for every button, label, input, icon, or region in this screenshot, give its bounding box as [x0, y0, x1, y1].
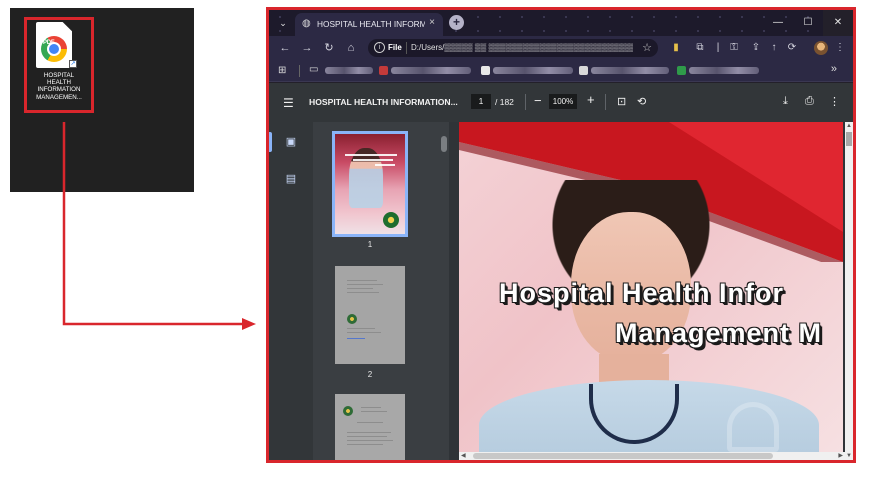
browser-window: ⌄ ◍ HOSPITAL HEALTH INFORMATIO × + — ☐ ✕… [266, 7, 856, 463]
bookmark-favicon [481, 66, 490, 75]
cover-title-line-1: Hospital Health Infor [499, 278, 785, 308]
pdf-page-canvas[interactable]: Hospital Health Infor Management M [459, 122, 843, 452]
bookmark-item[interactable] [493, 67, 573, 74]
pdf-viewer-area: ▣ ▤ 1 2 Hospital Health Infor Management… [269, 122, 853, 460]
thumbnail-panel: 1 2 [313, 122, 449, 460]
desktop-area: PDF ↗ HOSPITAL HEALTH INFORMATION MANAGE… [10, 8, 194, 192]
file-label[interactable]: HOSPITAL HEALTH INFORMATION MANAGEMEN... [24, 72, 94, 101]
zoom-level-input[interactable]: 100% [549, 94, 577, 109]
page-number-input[interactable]: 1 [471, 94, 491, 109]
more-menu-icon[interactable]: ⋮ [833, 41, 847, 55]
bookmark-item[interactable] [391, 67, 471, 74]
puzzle-extensions-icon[interactable]: ⧉ [693, 41, 707, 55]
pdf-toolbar: ☰ HOSPITAL HEALTH INFORMATION... 1 / 182… [269, 83, 853, 122]
pdf-more-options-icon[interactable]: ⋮ [829, 95, 840, 108]
new-tab-button[interactable]: + [449, 15, 464, 30]
scroll-right-icon[interactable]: ▶ [838, 452, 843, 460]
pin-icon[interactable]: ↑ [767, 41, 781, 55]
seal-logo [347, 314, 357, 324]
thumbnail-page-3[interactable] [335, 394, 405, 460]
thumbnails-view-icon[interactable]: ▣ [284, 135, 298, 149]
url-text[interactable]: D:/Users/▒▒▒▒▒ ▒▒ ▒▒▒▒▒▒▒▒▒▒▒▒▒▒▒▒▒▒▒▒▒▒… [411, 43, 633, 52]
print-icon[interactable]: ⎙ [805, 95, 814, 108]
folder-icon[interactable]: ▭ [309, 64, 318, 75]
window-controls: — ☐ ✕ [763, 10, 853, 36]
pdf-document-title: HOSPITAL HEALTH INFORMATION... [309, 97, 458, 107]
thumbnail-page-number: 1 [367, 240, 373, 249]
scroll-left-icon[interactable]: ◀ [461, 452, 466, 460]
file-label-line: INFORMATION [37, 86, 81, 94]
file-label-line: HEALTH [47, 79, 71, 87]
outline-view-icon[interactable]: ▤ [284, 172, 298, 186]
url-scheme-label: File [388, 43, 402, 52]
screenshot-page: PDF ↗ HOSPITAL HEALTH INFORMATION MANAGE… [0, 0, 876, 478]
bookmark-item[interactable] [689, 67, 759, 74]
tab-active[interactable]: ◍ HOSPITAL HEALTH INFORMATIO × [295, 13, 443, 36]
bookmark-item[interactable] [591, 67, 669, 74]
sidebar-rail: ▣ ▤ [269, 122, 313, 460]
bookmark-favicon [579, 66, 588, 75]
bookmark-item[interactable] [325, 67, 373, 74]
seal-logo [343, 406, 353, 416]
rotate-icon[interactable]: ⟲ [637, 95, 646, 108]
apps-grid-icon[interactable]: ⊞ [278, 65, 289, 76]
shortcut-arrow-icon: ↗ [69, 60, 77, 68]
file-label-line: MANAGEMEN... [36, 93, 82, 101]
scroll-up-icon[interactable]: ▲ [845, 122, 853, 130]
tab-search-chevron-icon[interactable]: ⌄ [277, 17, 289, 29]
password-key-icon[interactable]: ⚿ [727, 41, 741, 55]
thumbnail-page-2[interactable] [335, 266, 405, 364]
bookmarks-bar: ⊞ ▭ » [269, 60, 853, 82]
maximize-button[interactable]: ☐ [793, 10, 823, 36]
bookmark-favicon [379, 66, 388, 75]
home-icon[interactable]: ⌂ [343, 40, 359, 56]
page-total-label: / 182 [495, 97, 514, 107]
cover-title-line-2: Management M [615, 318, 823, 348]
close-window-button[interactable]: ✕ [823, 10, 853, 36]
scroll-down-icon[interactable]: ▼ [845, 452, 853, 460]
tab-close-icon[interactable]: × [429, 17, 435, 28]
zoom-in-button[interactable]: + [587, 92, 595, 107]
navigation-toolbar: ← → ↻ ⌂ i File D:/Users/▒▒▒▒▒ ▒▒ ▒▒▒▒▒▒▒… [269, 36, 853, 60]
forward-icon[interactable]: → [299, 40, 315, 56]
pdf-badge: PDF [43, 40, 55, 46]
zoom-out-button[interactable]: − [534, 93, 542, 108]
bookmark-favicon [677, 66, 686, 75]
lock-watermark-icon [727, 402, 779, 452]
pdf-file-icon[interactable]: PDF ↗ [33, 22, 77, 70]
share-icon[interactable]: ⇪ [749, 41, 763, 55]
thumbnail-page-1[interactable] [332, 131, 408, 237]
download-icon[interactable]: ⤓ [783, 95, 788, 108]
seal-logo [383, 212, 399, 228]
back-icon[interactable]: ← [277, 40, 293, 56]
page-vertical-scrollbar[interactable]: ▲ ▼ [845, 122, 853, 460]
minimize-button[interactable]: — [763, 10, 793, 36]
tab-title: HOSPITAL HEALTH INFORMATIO [317, 19, 425, 29]
globe-icon: ◍ [302, 18, 311, 29]
sync-icon[interactable]: ⟳ [785, 41, 799, 55]
bookmark-star-icon[interactable]: ☆ [642, 41, 652, 54]
fit-to-page-icon[interactable]: ⊡ [617, 95, 626, 108]
reload-icon[interactable]: ↻ [321, 40, 337, 56]
site-info-icon[interactable]: i [374, 42, 385, 53]
thumbnail-scrollbar[interactable] [441, 128, 447, 450]
page-horizontal-scrollbar[interactable]: ◀ ▶ [459, 452, 845, 460]
extension-icon[interactable]: ▮ [669, 41, 683, 55]
title-bar: ⌄ ◍ HOSPITAL HEALTH INFORMATIO × + — ☐ ✕ [269, 10, 853, 36]
address-bar[interactable]: i File D:/Users/▒▒▒▒▒ ▒▒ ▒▒▒▒▒▒▒▒▒▒▒▒▒▒▒… [368, 39, 658, 57]
file-label-line: HOSPITAL [43, 72, 75, 79]
sidebar-menu-icon[interactable]: ☰ [283, 96, 294, 110]
thumbnail-page-number: 2 [367, 370, 373, 379]
profile-avatar[interactable] [814, 41, 828, 55]
bookmarks-overflow-icon[interactable]: » [831, 63, 837, 75]
divider-icon: | [716, 42, 720, 53]
